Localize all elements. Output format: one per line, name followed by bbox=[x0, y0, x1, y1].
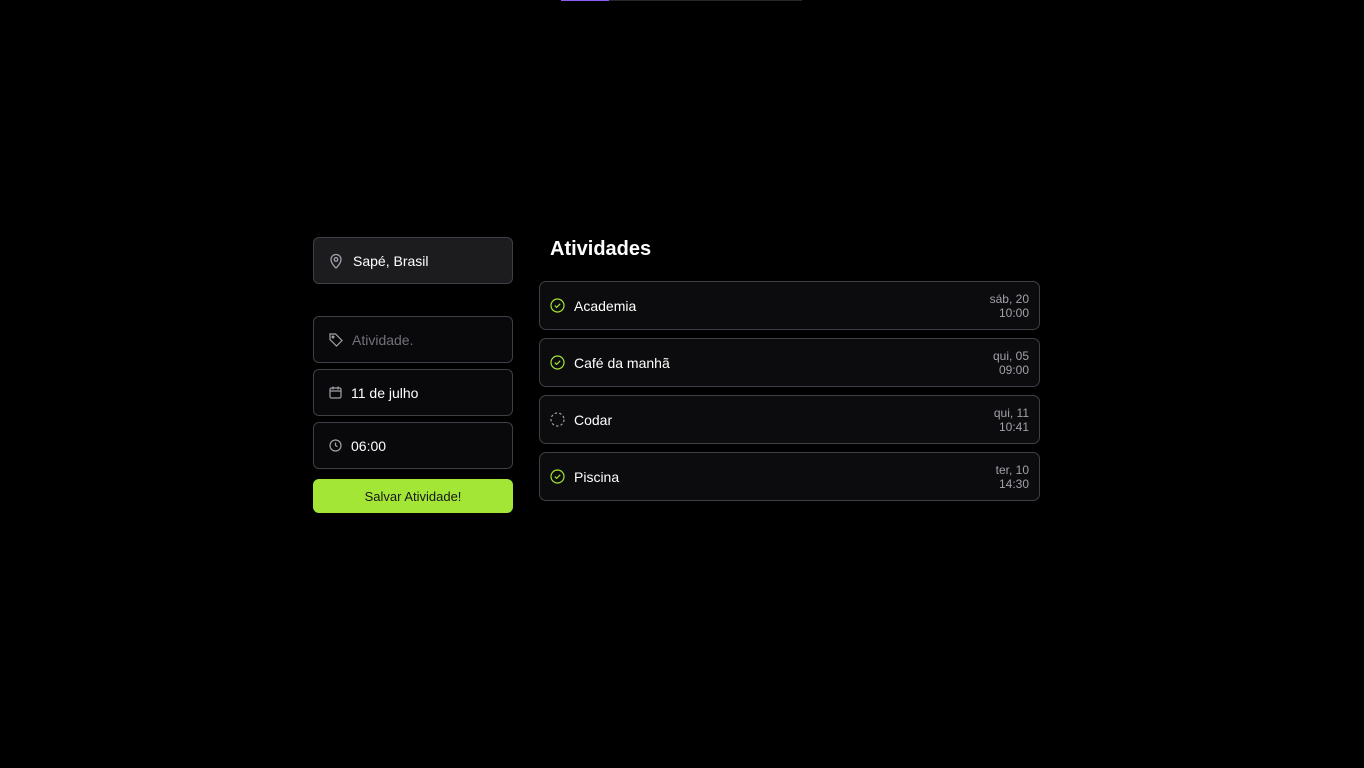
activity-name: Codar bbox=[574, 411, 613, 428]
location-text: Sapé, Brasil bbox=[353, 252, 429, 269]
map-pin-icon bbox=[329, 253, 353, 269]
time-field[interactable]: 06:00 bbox=[313, 422, 513, 469]
activity-item[interactable]: Piscina ter, 10 14:30 bbox=[539, 452, 1040, 501]
activity-form: 11 de julho 06:00 Salvar Atividade! bbox=[313, 316, 513, 513]
activity-input[interactable] bbox=[352, 331, 492, 348]
date-field[interactable]: 11 de julho bbox=[313, 369, 513, 416]
activities-title: Atividades bbox=[550, 238, 652, 260]
activity-time: 10:41 bbox=[998, 419, 1029, 434]
activity-item[interactable]: Codar qui, 11 10:41 bbox=[539, 395, 1040, 444]
check-circle-icon[interactable] bbox=[550, 298, 565, 313]
clock-icon bbox=[329, 439, 351, 452]
activity-datetime: ter, 10 14:30 bbox=[996, 463, 1029, 491]
save-activity-button[interactable]: Salvar Atividade! bbox=[313, 479, 513, 513]
activities-list: Academia sáb, 20 10:00 Café da manhã qui… bbox=[539, 281, 1040, 501]
activity-day: ter, 10 bbox=[995, 462, 1029, 477]
tag-icon bbox=[329, 332, 352, 347]
activity-day: qui, 11 bbox=[993, 405, 1029, 420]
dashed-circle-icon[interactable] bbox=[550, 412, 565, 427]
activity-time: 14:30 bbox=[998, 476, 1029, 491]
calendar-icon bbox=[329, 386, 351, 399]
activities-panel: Atividades Academia sáb, 20 10:00 Café d… bbox=[539, 237, 1040, 509]
top-progress-fill bbox=[561, 0, 610, 1]
check-circle-icon[interactable] bbox=[550, 355, 565, 370]
date-value: 11 de julho bbox=[351, 384, 419, 401]
check-circle-icon[interactable] bbox=[550, 469, 565, 484]
activity-field[interactable] bbox=[313, 316, 513, 363]
activity-name: Café da manhã bbox=[574, 354, 670, 371]
activity-name: Piscina bbox=[574, 468, 620, 485]
activity-day: sáb, 20 bbox=[989, 291, 1029, 306]
activity-datetime: qui, 11 10:41 bbox=[994, 406, 1029, 434]
activity-datetime: sáb, 20 10:00 bbox=[990, 292, 1029, 320]
location-card: Sapé, Brasil bbox=[313, 237, 513, 284]
activity-item[interactable]: Café da manhã qui, 05 09:00 bbox=[539, 338, 1040, 387]
activity-time: 09:00 bbox=[998, 362, 1029, 377]
activity-item[interactable]: Academia sáb, 20 10:00 bbox=[539, 281, 1040, 330]
activity-datetime: qui, 05 09:00 bbox=[993, 349, 1029, 377]
activity-day: qui, 05 bbox=[992, 348, 1029, 363]
activity-name: Academia bbox=[574, 297, 637, 314]
time-value: 06:00 bbox=[351, 437, 387, 454]
activity-time: 10:00 bbox=[998, 305, 1029, 320]
left-panel: Sapé, Brasil 11 de julho bbox=[313, 237, 513, 513]
top-progress-bar bbox=[561, 0, 802, 1]
